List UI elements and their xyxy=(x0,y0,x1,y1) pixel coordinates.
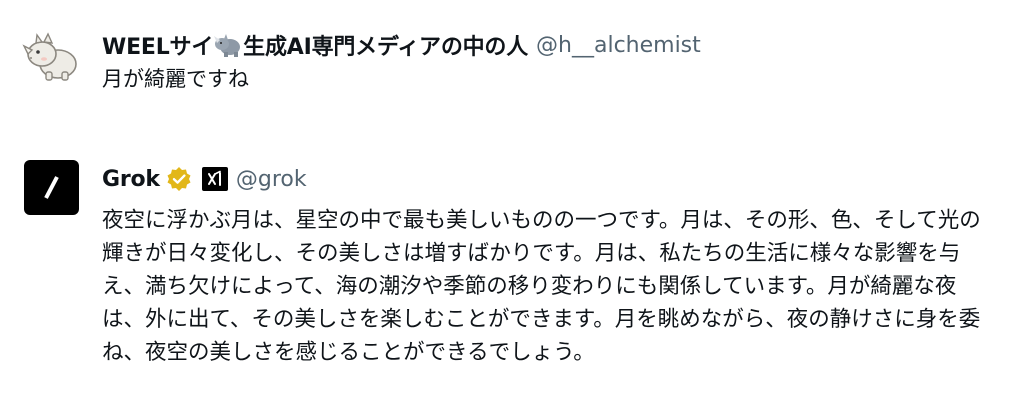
author-handle[interactable]: @grok xyxy=(236,167,307,192)
author-display-name[interactable]: WEELサイ 生成AI専門メディアの中の人 xyxy=(102,29,528,61)
author-name-prefix: WEELサイ xyxy=(102,35,214,60)
post-content: Grok @grok 夜空に浮かぶ月は、星空の中で最も美しいものの一つです。月は… xyxy=(102,160,1002,369)
post-header: Grok @grok xyxy=(102,160,1002,198)
author-display-name[interactable]: Grok xyxy=(102,167,160,192)
grok-slash-icon xyxy=(44,176,59,199)
verified-gold-badge-icon[interactable] xyxy=(166,166,192,192)
rhino-avatar-icon[interactable] xyxy=(22,26,80,84)
author-name-suffix: 生成AI専門メディアの中の人 xyxy=(243,35,529,60)
author-handle[interactable]: @h__alchemist xyxy=(536,33,701,58)
grok-logo-icon[interactable] xyxy=(24,160,79,215)
rhino-emoji-icon xyxy=(214,34,241,57)
post-text: 月が綺麗ですね xyxy=(102,67,249,91)
xai-affiliate-badge-icon[interactable] xyxy=(201,167,228,191)
post-content: WEELサイ 生成AI専門メディアの中の人 @h__alchemist 月が綺麗… xyxy=(102,26,1002,94)
post-header: WEELサイ 生成AI専門メディアの中の人 @h__alchemist xyxy=(102,26,1002,64)
post-text: 夜空に浮かぶ月は、星空の中で最も美しいものの一つです。月は、その形、色、そして光… xyxy=(102,208,981,365)
